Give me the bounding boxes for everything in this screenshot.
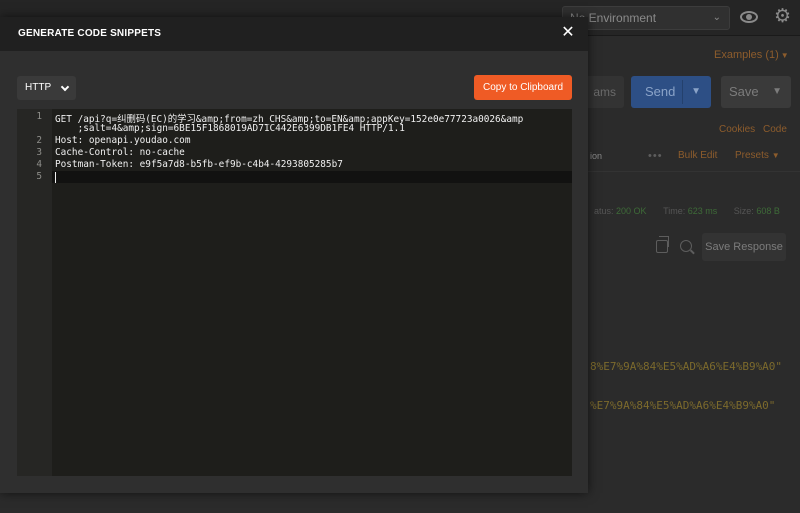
chevron-down-icon: ⌄: [712, 12, 721, 23]
line-number: 2: [36, 135, 42, 146]
time-label: Time:: [663, 206, 686, 216]
line-number: 5: [36, 171, 42, 182]
examples-label: Examples (1): [714, 49, 779, 61]
language-label: HTTP: [25, 82, 52, 93]
code-line: Postman-Token: e9f5a7d8-b5fb-ef9b-c4b4-4…: [55, 159, 343, 170]
presets-link[interactable]: Presets ▼: [735, 150, 780, 161]
generate-code-snippets-modal: GENERATE CODE SNIPPETS ✕ HTTP Copy to Cl…: [0, 17, 588, 493]
chevron-down-icon[interactable]: ▼: [691, 76, 701, 108]
line-number: 1: [36, 111, 42, 122]
examples-link[interactable]: Examples (1) ▼: [714, 49, 789, 61]
status-label: atus:: [594, 206, 614, 216]
code-editor[interactable]: 1 2 3 4 5 GET /api?q=纠删码(EC)的学习&amp;from…: [17, 109, 572, 476]
bulk-edit-link[interactable]: Bulk Edit: [678, 150, 717, 161]
chevron-down-icon: [60, 82, 70, 92]
line-number: 4: [36, 159, 42, 170]
eye-icon[interactable]: [740, 11, 758, 23]
status-value: 200 OK: [616, 206, 647, 216]
modal-header: GENERATE CODE SNIPPETS ✕: [0, 17, 588, 51]
language-select[interactable]: HTTP: [17, 76, 76, 100]
size-label: Size:: [733, 206, 754, 216]
response-body-line: 8%E7%9A%84%E5%AD%A6%E4%B9%A0": [590, 360, 783, 373]
send-divider: [682, 80, 683, 104]
chevron-down-icon: ▼: [771, 151, 780, 160]
active-line-highlight: [52, 171, 572, 183]
response-status-line: atus: 200 OK Time: 623 ms Size: 608 B: [594, 206, 780, 216]
code-line: Host: openapi.youdao.com: [55, 135, 191, 146]
code-link[interactable]: Code: [763, 124, 787, 135]
line-number-gutter: 1 2 3 4 5: [17, 109, 52, 476]
save-response-button[interactable]: Save Response: [702, 233, 786, 261]
cookies-link[interactable]: Cookies: [719, 124, 755, 135]
tab-fragment[interactable]: ion: [590, 151, 602, 161]
chevron-down-icon: ▼: [780, 51, 789, 60]
size-value: 608 B: [756, 206, 780, 216]
code-line: ;salt=4&amp;sign=6BE15F1868019AD71C442E6…: [55, 123, 405, 134]
chevron-down-icon[interactable]: ▼: [772, 76, 782, 108]
code-line: Cache-Control: no-cache: [55, 147, 185, 158]
presets-label: Presets: [735, 150, 769, 161]
gear-icon[interactable]: ⚙: [774, 7, 791, 27]
copy-to-clipboard-button[interactable]: Copy to Clipboard: [474, 75, 572, 100]
time-value: 623 ms: [687, 206, 718, 216]
copy-icon[interactable]: [656, 236, 669, 253]
modal-title: GENERATE CODE SNIPPETS: [18, 28, 162, 39]
save-label: Save: [729, 84, 759, 99]
send-label: Send: [645, 84, 676, 99]
line-number: 3: [36, 147, 42, 158]
text-cursor: [55, 172, 56, 183]
close-icon[interactable]: ✕: [558, 23, 578, 43]
send-button[interactable]: Send ▼: [631, 76, 711, 108]
response-body-line: %E7%9A%84%E5%AD%A6%E4%B9%A0": [590, 399, 776, 412]
more-dots-icon[interactable]: •••: [648, 150, 663, 162]
search-icon[interactable]: [680, 240, 692, 252]
save-button[interactable]: Save ▼: [721, 76, 791, 108]
